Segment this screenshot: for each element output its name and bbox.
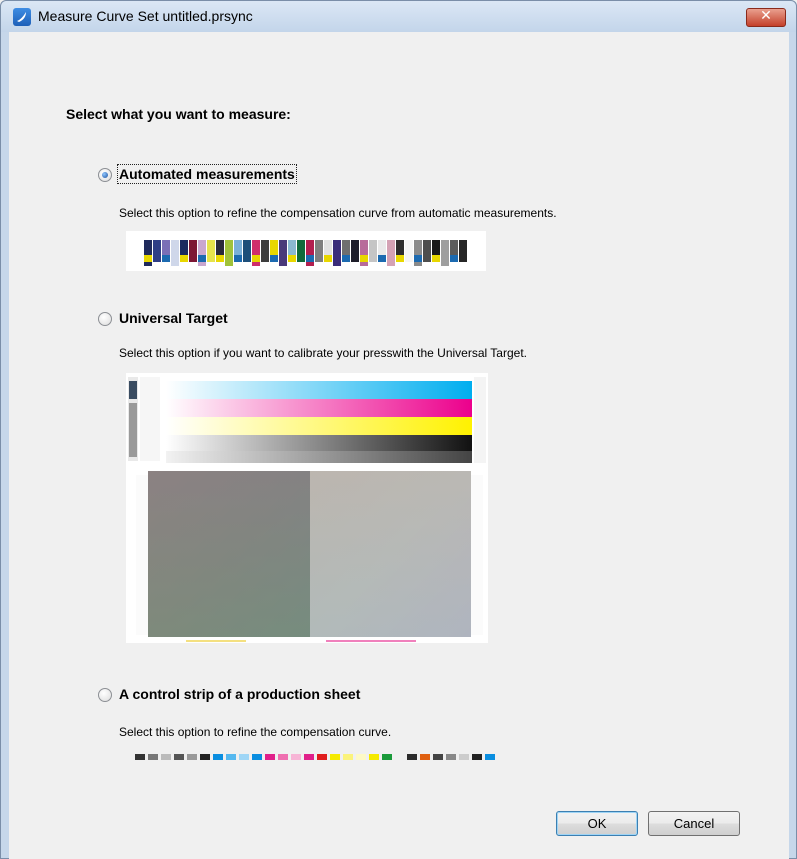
dialog-window: Measure Curve Set untitled.prsync ✕ Sele… [0,0,797,859]
dialog-body: Select what you want to measure: Automat… [9,32,789,859]
dialog-heading: Select what you want to measure: [66,106,291,122]
ok-button[interactable]: OK [556,811,638,836]
close-icon: ✕ [760,8,772,24]
control-strip-label[interactable]: A control strip of a production sheet [119,686,360,702]
control-strip-preview-image [127,752,497,762]
title-bar[interactable]: Measure Curve Set untitled.prsync ✕ [1,1,796,32]
app-icon [13,8,31,26]
automated-measurements-radio-icon[interactable] [98,168,112,182]
automated-measurements-label[interactable]: Automated measurements [117,164,297,184]
universal-target-description: Select this option if you want to calibr… [119,346,527,360]
automated-measurements-description: Select this option to refine the compens… [119,206,557,220]
universal-target-label[interactable]: Universal Target [119,310,228,326]
control-strip-radio-icon[interactable] [98,688,112,702]
automated-measurements-preview-image [126,231,486,271]
control-strip-description: Select this option to refine the compens… [119,725,392,739]
cancel-button[interactable]: Cancel [648,811,740,836]
universal-target-preview-image [126,373,488,643]
universal-target-radio-icon[interactable] [98,312,112,326]
close-button[interactable]: ✕ [746,8,786,27]
window-title: Measure Curve Set untitled.prsync [38,8,253,24]
